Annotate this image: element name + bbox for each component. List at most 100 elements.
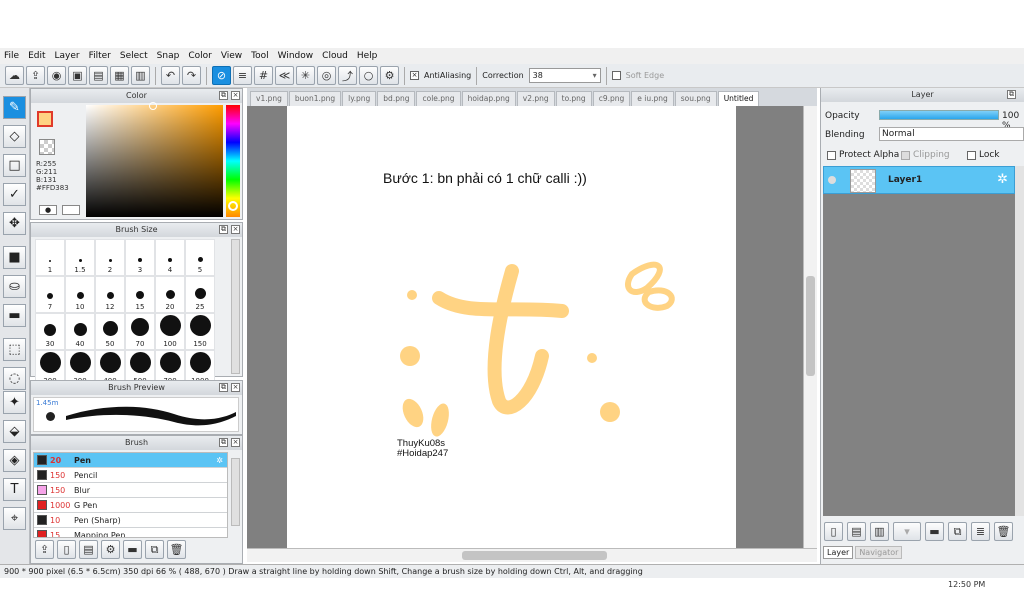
delete-layer-icon[interactable]: 🗑 [994,522,1013,541]
gradient-tool-icon[interactable]: ▬ [3,304,26,327]
brush-size-cell[interactable]: 70 [125,313,155,350]
menu-select[interactable]: Select [120,51,148,61]
concentric-snap-icon[interactable]: ◎ [317,66,336,85]
brush-size-cell[interactable]: 4 [155,239,185,276]
brush-size-cell[interactable]: 150 [185,313,215,350]
close-icon[interactable]: × [231,91,240,100]
document-tab[interactable]: e iu.png [631,91,674,106]
document-tab[interactable]: sou.png [674,91,717,106]
menu-color[interactable]: Color [188,51,212,61]
document-tab[interactable]: v2.png [516,91,555,106]
brush-item[interactable]: 150 Pencil [34,468,227,483]
scroll-thumb[interactable] [806,276,815,376]
menu-view[interactable]: View [221,51,242,61]
transparent-color-swatch[interactable] [39,139,55,155]
brush-item[interactable]: 10 Pen (Sharp) [34,513,227,528]
brush-size-cell[interactable]: 40 [65,313,95,350]
perspective-snap-icon[interactable]: ≪ [275,66,294,85]
lock-checkbox[interactable] [967,150,976,160]
brush-size-cell[interactable]: 15 [125,276,155,313]
brush-size-cell[interactable]: 2 [95,239,125,276]
brush-size-cell[interactable]: 7 [35,276,65,313]
brush-item[interactable]: 1000 G Pen [34,498,227,513]
hue-cursor[interactable] [228,201,238,211]
eraser-tool-icon[interactable]: ◇ [3,125,26,148]
vertical-scrollbar[interactable] [803,106,817,548]
speech-icon[interactable]: ◉ [47,66,66,85]
brush-size-cell[interactable]: 20 [155,276,185,313]
scrollbar[interactable] [231,458,240,526]
document-tab[interactable]: cole.png [416,91,461,106]
gear-icon[interactable]: ✲ [997,172,1008,187]
document-tab[interactable]: c9.png [592,91,631,106]
folder-icon[interactable]: ▬ [925,522,944,541]
delete-icon[interactable]: 🗑 [167,540,186,559]
brush-tool-icon[interactable]: ✎ [3,96,26,119]
float-icon[interactable]: ⧉ [219,225,228,234]
color-mode-button[interactable] [62,205,80,215]
menu-tool[interactable]: Tool [251,51,268,61]
menu-window[interactable]: Window [278,51,314,61]
document-tab[interactable]: v1.png [250,91,288,106]
brush-size-cell[interactable]: 12 [95,276,125,313]
export-icon[interactable]: ⇪ [26,66,45,85]
float-icon[interactable]: ⧉ [219,438,228,447]
tab-navigator[interactable]: Navigator [855,546,903,559]
settings-icon[interactable]: ⚙ [101,540,120,559]
new-layer-alt-icon[interactable]: ▤ [847,522,866,541]
menu-layer[interactable]: Layer [55,51,80,61]
gear-icon[interactable]: ✲ [216,456,223,465]
close-icon[interactable]: × [231,383,240,392]
no-snap-icon[interactable]: ⊘ [212,66,231,85]
document-tab[interactable]: Untitled [717,91,760,106]
brush-size-cell[interactable]: 25 [185,276,215,313]
select-eraser-tool-icon[interactable]: ◈ [3,449,26,472]
scroll-thumb[interactable] [462,551,607,560]
visibility-icon[interactable] [828,176,836,184]
menu-cloud[interactable]: Cloud [322,51,348,61]
layer-row[interactable]: Layer1 ✲ [823,166,1015,194]
brush-size-cell[interactable]: 30 [35,313,65,350]
menu-snap[interactable]: Snap [157,51,180,61]
float-icon[interactable]: ⧉ [219,91,228,100]
blending-select[interactable]: Normal [879,127,1024,141]
document-tab[interactable]: to.png [555,91,592,106]
merge-layer-icon[interactable]: ≣ [971,522,990,541]
drawing-canvas[interactable]: Bước 1: bn phải có 1 chữ calli :)) ThuyK… [287,106,736,548]
lock-option[interactable]: Lock [967,150,1000,160]
duplicate-layer-icon[interactable]: ⧉ [948,522,967,541]
main-color-swatch[interactable] [37,111,53,127]
color-wheel-button[interactable]: ● [39,205,57,215]
soft-edge-checkbox[interactable] [611,71,621,80]
tab-layer[interactable]: Layer [823,546,854,559]
menu-file[interactable]: File [4,51,19,61]
brush-item[interactable]: 20 Pen ✲ [34,453,227,468]
duplicate-icon[interactable]: ⧉ [145,540,164,559]
folder-icon[interactable]: ▬ [123,540,142,559]
close-icon[interactable]: × [231,438,240,447]
document-tab[interactable]: bd.png [377,91,416,106]
brush-size-cell[interactable]: 50 [95,313,125,350]
opacity-slider[interactable] [879,110,999,120]
menu-edit[interactable]: Edit [28,51,45,61]
select-tool-icon[interactable]: ⬚ [3,338,26,361]
clipping-option[interactable]: Clipping [901,150,950,160]
layer-menu-icon[interactable]: ▾ [893,522,921,541]
brush-size-cell[interactable]: 3 [125,239,155,276]
operation-tool-icon[interactable]: ⌖ [3,507,26,530]
correction-select[interactable]: 38 ▾ [528,68,601,83]
cloud-icon[interactable]: ☁ [5,66,24,85]
snap-settings-icon[interactable]: ⚙ [380,66,399,85]
radial-snap-icon[interactable]: ✳ [296,66,315,85]
redo-icon[interactable]: ↷ [182,66,201,85]
message-icon[interactable]: ▣ [68,66,87,85]
magic-wand-tool-icon[interactable]: ✦ [3,391,26,414]
page-icon[interactable]: ▤ [89,66,108,85]
saturation-value-picker[interactable] [86,105,223,217]
check-tool-icon[interactable]: ✓ [3,183,26,206]
document-tab[interactable]: ly.png [342,91,377,106]
document-tab[interactable]: buon1.png [288,91,342,106]
menu-help[interactable]: Help [357,51,378,61]
protect-alpha-option[interactable]: Protect Alpha [827,150,899,160]
scrollbar[interactable] [1015,166,1024,516]
